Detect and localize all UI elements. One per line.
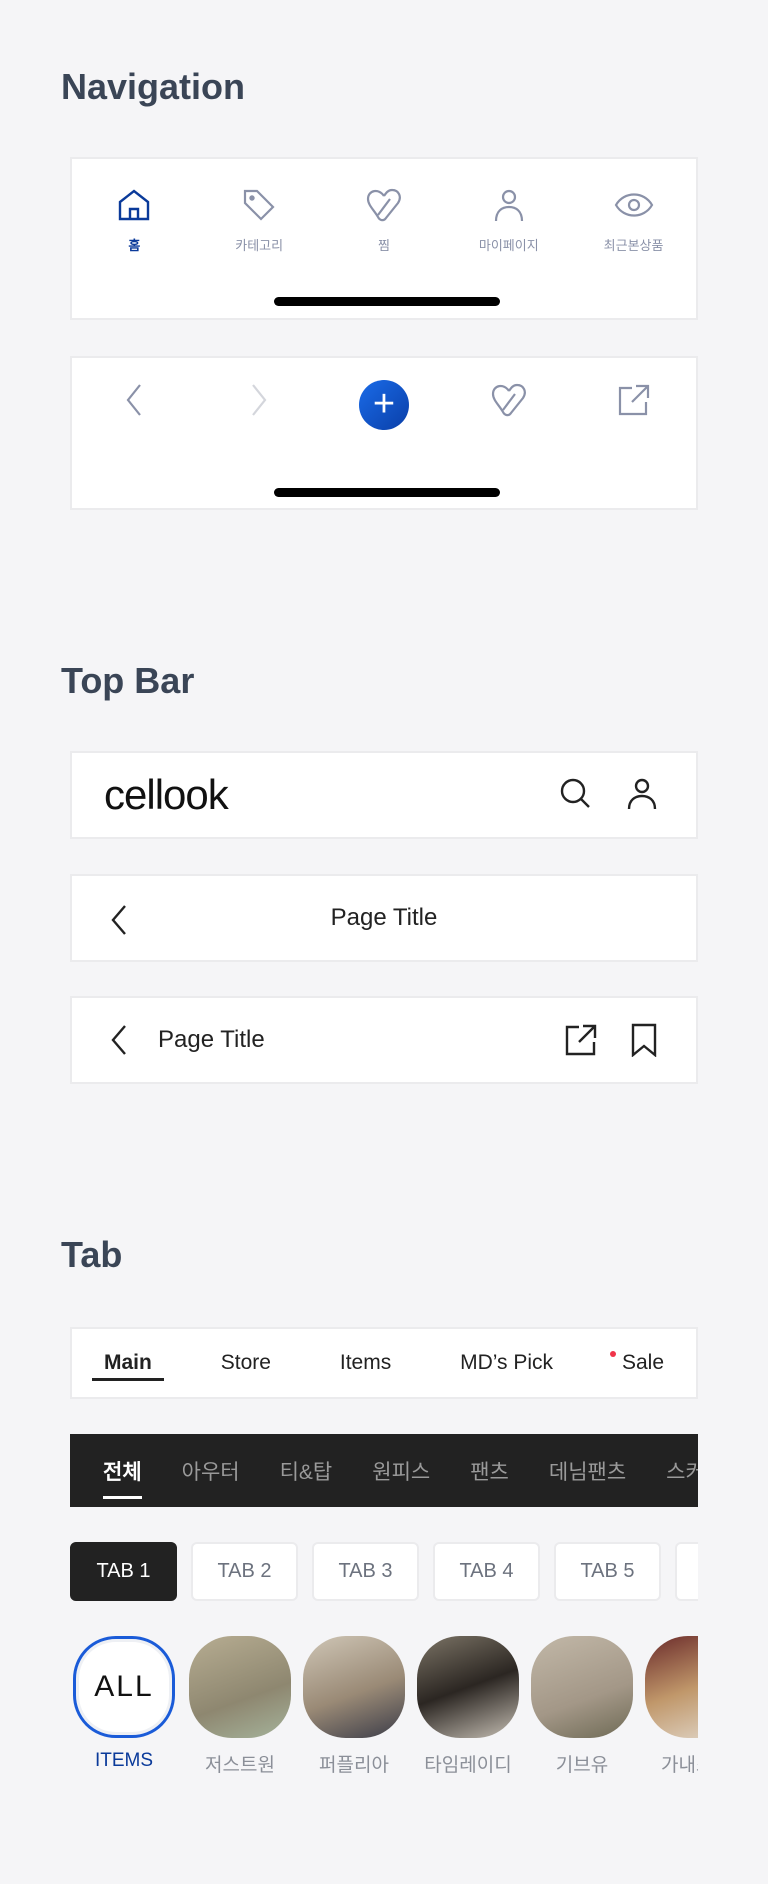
store-item[interactable]: 기브유	[530, 1636, 634, 1777]
section-title-navigation: Navigation	[61, 66, 246, 107]
category-tab[interactable]: 아우터	[182, 1456, 240, 1486]
section-title-topbar: Top Bar	[61, 660, 195, 701]
store-item[interactable]: 타임레이디	[416, 1636, 520, 1777]
back-icon[interactable]	[114, 380, 154, 420]
store-label: 타임레이디	[424, 1755, 512, 1776]
user-icon	[489, 185, 529, 225]
store-label: 저스트원	[205, 1755, 275, 1776]
store-item[interactable]: 퍼플리아	[302, 1636, 406, 1777]
topbar-main: cellook	[70, 751, 698, 839]
back-icon[interactable]	[110, 1024, 128, 1056]
nav-item-wishlist[interactable]: 찜	[322, 185, 447, 254]
share-icon[interactable]	[564, 1023, 598, 1057]
store-label: 퍼플리아	[319, 1755, 389, 1776]
text-tabs: Main Store Items MD’s Pick Sale	[70, 1327, 698, 1399]
add-button[interactable]: +	[358, 380, 409, 430]
new-dot	[609, 1351, 616, 1357]
store-image	[303, 1636, 405, 1738]
share-icon[interactable]	[614, 380, 654, 420]
all-badge: ALL	[73, 1636, 175, 1738]
tab-sale[interactable]: Sale	[609, 1351, 676, 1375]
category-tab[interactable]: 팬츠	[470, 1456, 509, 1486]
category-tab[interactable]: 원피스	[372, 1456, 430, 1486]
store-item[interactable]: 가내스라	[644, 1636, 698, 1777]
store-item-all[interactable]: ALL ITEMS	[72, 1636, 176, 1772]
nav-item-mypage[interactable]: 마이페이지	[446, 185, 571, 254]
logo[interactable]: cellook	[104, 771, 558, 819]
home-icon	[114, 185, 154, 225]
nav-item-home[interactable]: 홈	[72, 185, 197, 254]
tab-items[interactable]: Items	[328, 1351, 403, 1375]
chip-tab[interactable]: TAB 3	[312, 1542, 419, 1601]
chip-tab[interactable]: TAB 2	[191, 1542, 298, 1601]
store-image	[645, 1636, 698, 1738]
bottom-nav: 홈 카테고리 찜 마이페이지 최근본상품	[70, 157, 698, 320]
nav-label: 카테고리	[235, 238, 284, 253]
nav-label: 마이페이지	[478, 238, 539, 253]
tab-store[interactable]: Store	[209, 1351, 283, 1375]
store-label: 가내스라	[661, 1755, 698, 1776]
heart-icon	[364, 185, 404, 225]
bookmark-icon[interactable]	[630, 1023, 658, 1057]
store-image	[531, 1636, 633, 1738]
tab-main[interactable]: Main	[92, 1351, 164, 1381]
category-tab[interactable]: 스커트	[666, 1456, 698, 1486]
back-icon[interactable]	[110, 904, 128, 941]
chip-tab[interactable]	[675, 1542, 698, 1601]
search-icon[interactable]	[558, 776, 592, 815]
topbar-center-title: Page Title	[70, 874, 698, 962]
section-title-tab: Tab	[61, 1234, 123, 1275]
store-image	[417, 1636, 519, 1738]
page-title: Page Title	[158, 1026, 265, 1053]
store-label: ITEMS	[94, 1750, 154, 1771]
chip-tabs: TAB 1 TAB 2 TAB 3 TAB 4 TAB 5	[70, 1542, 698, 1602]
tab-mds-pick[interactable]: MD’s Pick	[448, 1351, 565, 1375]
nav-label: 찜	[378, 238, 390, 253]
store-item[interactable]: 저스트원	[188, 1636, 292, 1777]
category-tabs: 전체 아우터 티&탑 원피스 팬츠 데님팬츠 스커트	[70, 1434, 698, 1507]
home-indicator	[274, 488, 500, 497]
nav-item-recent[interactable]: 최근본상품	[571, 185, 696, 254]
category-tab[interactable]: 티&탑	[280, 1456, 333, 1486]
chip-tab[interactable]: TAB 4	[433, 1542, 540, 1601]
nav-label: 최근본상품	[603, 238, 664, 253]
heart-icon[interactable]	[489, 380, 529, 420]
store-label: 기브유	[555, 1755, 609, 1776]
user-icon[interactable]	[626, 776, 658, 815]
home-indicator	[274, 297, 500, 306]
eye-icon	[614, 185, 654, 225]
page-title: Page Title	[330, 904, 438, 931]
browser-nav: +	[70, 356, 698, 510]
store-image	[189, 1636, 291, 1738]
chip-tab[interactable]: TAB 1	[70, 1542, 177, 1601]
tag-icon	[239, 185, 279, 225]
nav-item-category[interactable]: 카테고리	[197, 185, 322, 254]
topbar-left-title: Page Title	[70, 996, 698, 1084]
forward-icon[interactable]	[239, 380, 279, 420]
store-tabs: ALL ITEMS 저스트원 퍼플리아 타임레이디 기브유 가내스라	[70, 1636, 698, 1786]
category-tab[interactable]: 전체	[103, 1456, 142, 1499]
tab-label: Sale	[621, 1351, 664, 1374]
category-tab[interactable]: 데님팬츠	[549, 1456, 626, 1486]
chip-tab[interactable]: TAB 5	[554, 1542, 661, 1601]
nav-label: 홈	[128, 238, 141, 253]
